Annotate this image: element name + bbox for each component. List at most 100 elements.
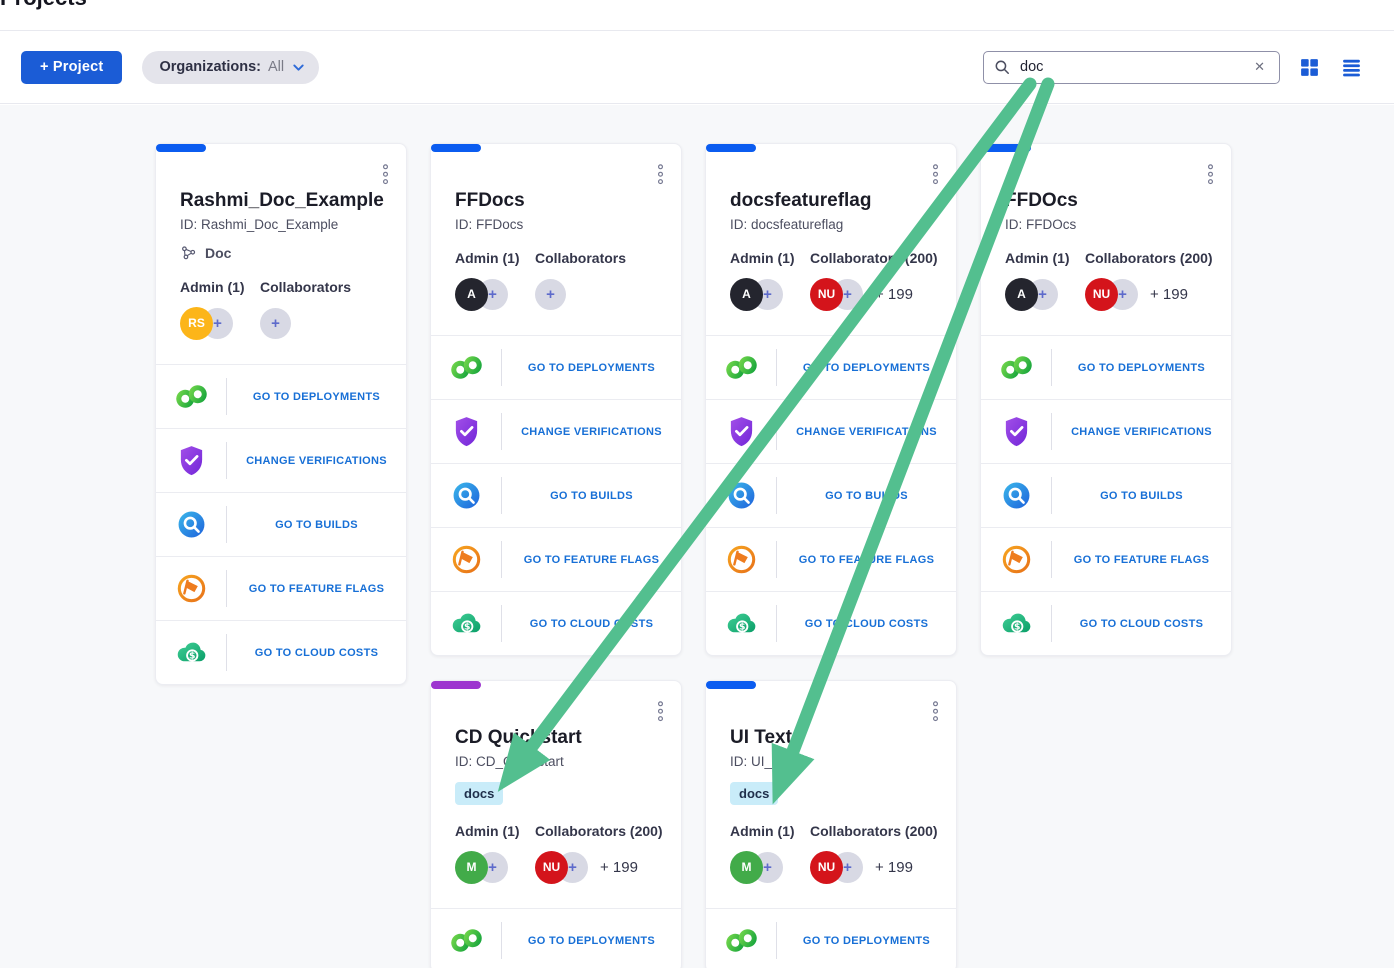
extra-collaborators-count: + 199 xyxy=(1150,286,1188,303)
kebab-menu-button[interactable] xyxy=(377,159,394,190)
action-label: CHANGE VERIFICATIONS xyxy=(502,426,681,438)
action-label: CHANGE VERIFICATIONS xyxy=(227,455,406,467)
ci-icon xyxy=(156,493,227,556)
admin-avatar: A xyxy=(730,278,763,311)
search-input[interactable] xyxy=(1018,58,1242,76)
action-label: GO TO DEPLOYMENTS xyxy=(227,391,406,403)
go-to-builds-link[interactable]: GO TO BUILDS xyxy=(431,463,681,527)
action-list: GO TO DEPLOYMENTSCHANGE VERIFICATIONS GO … xyxy=(981,335,1231,655)
action-label: GO TO CLOUD COSTS xyxy=(227,647,406,659)
add-collaborator-button[interactable]: + xyxy=(535,279,566,310)
go-to-feature-flags-link[interactable]: GO TO FEATURE FLAGS xyxy=(981,527,1231,591)
project-id: ID: CD_Quickstart xyxy=(455,754,657,769)
clear-search-button[interactable]: ✕ xyxy=(1250,57,1269,77)
change-verifications-link[interactable]: CHANGE VERIFICATIONS xyxy=(431,399,681,463)
go-to-feature-flags-link[interactable]: GO TO FEATURE FLAGS xyxy=(431,527,681,591)
go-to-deployments-link[interactable]: GO TO DEPLOYMENTS xyxy=(706,335,956,399)
action-label: GO TO CLOUD COSTS xyxy=(1052,618,1231,630)
action-label: GO TO DEPLOYMENTS xyxy=(777,935,956,947)
project-name: FFDOcs xyxy=(1005,190,1207,212)
go-to-feature-flags-link[interactable]: GO TO FEATURE FLAGS xyxy=(156,556,406,620)
ff-icon xyxy=(156,557,227,620)
go-to-cloud-costs-link[interactable]: GO TO CLOUD COSTS xyxy=(431,591,681,655)
toolbar: + Project Organizations: All ✕ xyxy=(0,30,1394,104)
go-to-cloud-costs-link[interactable]: GO TO CLOUD COSTS xyxy=(706,591,956,655)
change-verifications-link[interactable]: CHANGE VERIFICATIONS xyxy=(981,399,1231,463)
new-project-button[interactable]: + Project xyxy=(21,51,122,84)
go-to-builds-link[interactable]: GO TO BUILDS xyxy=(156,492,406,556)
kebab-menu-button[interactable] xyxy=(652,696,669,727)
projects-grid: Rashmi_Doc_Example ID: Rashmi_Doc_Exampl… xyxy=(0,105,1394,968)
project-id: ID: FFDOcs xyxy=(1005,217,1207,232)
action-label: GO TO CLOUD COSTS xyxy=(502,618,681,630)
change-verifications-link[interactable]: CHANGE VERIFICATIONS xyxy=(706,399,956,463)
go-to-deployments-link[interactable]: GO TO DEPLOYMENTS xyxy=(706,908,956,968)
list-view-button[interactable] xyxy=(1339,55,1364,80)
go-to-deployments-link[interactable]: GO TO DEPLOYMENTS xyxy=(981,335,1231,399)
ccm-icon xyxy=(706,592,777,655)
cd-icon xyxy=(706,336,777,399)
verify-icon xyxy=(156,429,227,492)
add-collaborator-button[interactable]: + xyxy=(260,308,291,339)
cd-icon xyxy=(431,909,502,968)
project-card[interactable]: Rashmi_Doc_Example ID: Rashmi_Doc_Exampl… xyxy=(155,143,407,685)
kebab-menu-button[interactable] xyxy=(927,696,944,727)
extra-collaborators-count: + 199 xyxy=(600,859,638,876)
kebab-menu-button[interactable] xyxy=(1202,159,1219,190)
project-card[interactable]: UI Text ID: UI_Text docs Admin (1) M + C… xyxy=(705,680,957,968)
collaborators-label: Collaborators (200) xyxy=(1085,250,1213,266)
ci-icon xyxy=(431,464,502,527)
go-to-feature-flags-link[interactable]: GO TO FEATURE FLAGS xyxy=(706,527,956,591)
go-to-builds-link[interactable]: GO TO BUILDS xyxy=(981,463,1231,527)
page-title: Projects xyxy=(0,0,87,9)
grid-view-button[interactable] xyxy=(1297,55,1322,80)
project-id: ID: FFDocs xyxy=(455,217,657,232)
kebab-menu-button[interactable] xyxy=(927,159,944,190)
collaborators-label: Collaborators xyxy=(535,250,626,266)
go-to-cloud-costs-link[interactable]: GO TO CLOUD COSTS xyxy=(981,591,1231,655)
cd-icon xyxy=(431,336,502,399)
project-card[interactable]: docsfeatureflag ID: docsfeatureflag Admi… xyxy=(705,143,957,656)
project-name: UI Text xyxy=(730,727,932,749)
ci-icon xyxy=(981,464,1052,527)
project-id: ID: docsfeatureflag xyxy=(730,217,932,232)
go-to-cloud-costs-link[interactable]: GO TO CLOUD COSTS xyxy=(156,620,406,684)
admin-avatar: A xyxy=(455,278,488,311)
kebab-icon xyxy=(656,163,665,186)
action-list: GO TO DEPLOYMENTS xyxy=(431,908,681,968)
project-color-bar xyxy=(431,681,481,689)
go-to-deployments-link[interactable]: GO TO DEPLOYMENTS xyxy=(156,364,406,428)
admin-avatar: RS xyxy=(180,307,213,340)
action-label: CHANGE VERIFICATIONS xyxy=(777,426,956,438)
organizations-filter[interactable]: Organizations: All xyxy=(142,51,319,84)
project-card[interactable]: FFDocs ID: FFDocs Admin (1) A + Collabor… xyxy=(430,143,682,656)
chevron-down-icon xyxy=(291,60,306,75)
extra-collaborators-count: + 199 xyxy=(875,859,913,876)
project-color-bar xyxy=(156,144,206,152)
collaborators-label: Collaborators (200) xyxy=(810,823,938,839)
project-tag-label: Doc xyxy=(205,245,231,261)
kebab-menu-button[interactable] xyxy=(652,159,669,190)
action-label: GO TO DEPLOYMENTS xyxy=(502,362,681,374)
action-label: GO TO BUILDS xyxy=(777,490,956,502)
project-card[interactable]: CD Quickstart ID: CD_Quickstart docs Adm… xyxy=(430,680,682,968)
change-verifications-link[interactable]: CHANGE VERIFICATIONS xyxy=(156,428,406,492)
admin-label: Admin (1) xyxy=(730,823,810,839)
action-label: GO TO BUILDS xyxy=(502,490,681,502)
collaborator-avatar: NU xyxy=(535,851,568,884)
project-id: ID: Rashmi_Doc_Example xyxy=(180,217,382,232)
kebab-icon xyxy=(931,163,940,186)
go-to-deployments-link[interactable]: GO TO DEPLOYMENTS xyxy=(431,908,681,968)
project-tag-chip: docs xyxy=(730,782,778,805)
search-icon xyxy=(994,59,1010,75)
collaborator-avatar: NU xyxy=(810,278,843,311)
project-tag-chip-row: docs xyxy=(455,782,657,805)
go-to-deployments-link[interactable]: GO TO DEPLOYMENTS xyxy=(431,335,681,399)
action-label: GO TO BUILDS xyxy=(1052,490,1231,502)
project-card[interactable]: FFDOcs ID: FFDOcs Admin (1) A + Collabor… xyxy=(980,143,1232,656)
kebab-icon xyxy=(656,700,665,723)
tags-icon xyxy=(180,244,197,261)
action-label: GO TO DEPLOYMENTS xyxy=(777,362,956,374)
action-label: GO TO DEPLOYMENTS xyxy=(502,935,681,947)
go-to-builds-link[interactable]: GO TO BUILDS xyxy=(706,463,956,527)
